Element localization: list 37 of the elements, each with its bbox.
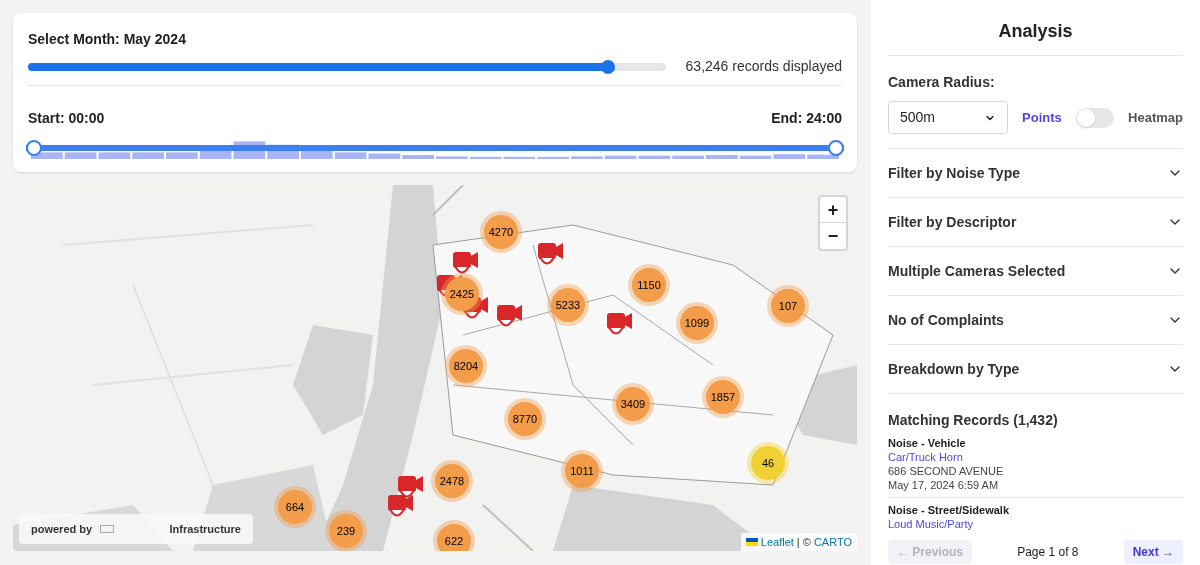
record-descriptor[interactable]: Car/Truck Horn <box>888 450 1183 464</box>
records-count: 63,246 records displayed <box>685 57 842 76</box>
range-handle[interactable] <box>26 140 42 156</box>
attribution-text: | © <box>796 534 811 550</box>
record-address: 686 SECOND AVENUE <box>888 464 1005 478</box>
record-type: Noise - Vehicle <box>888 436 967 450</box>
month-label: Select Month: May 2024 <box>28 30 187 49</box>
next-button[interactable]: Next → <box>1123 540 1183 564</box>
radius-select[interactable]: 500m <box>888 101 1009 134</box>
record-date: May 17, 2024 6:59 AM <box>888 478 1000 492</box>
record-descriptor[interactable]: Loud Music/Party <box>888 517 1183 531</box>
start-time-label: Start: 00:00 <box>28 109 105 128</box>
records-title: Matching Records (1,432) <box>888 411 1059 430</box>
zoom-out-button[interactable]: − <box>820 223 846 249</box>
carto-link[interactable]: CARTO <box>813 533 852 550</box>
points-label[interactable]: Points <box>1022 107 1062 128</box>
page-indicator: Page 1 of 8 <box>1017 544 1079 561</box>
record-type: Noise - Street/Sidewalk <box>888 503 1011 517</box>
accordion-header[interactable]: Multiple Cameras Selected <box>888 247 1183 296</box>
accordion-header[interactable]: No of Complaints <box>888 296 1183 345</box>
flag-icon <box>745 537 758 546</box>
accordion-header[interactable]: Filter by Descriptor <box>888 198 1183 247</box>
range-handle[interactable] <box>828 140 844 156</box>
slider-thumb[interactable] <box>601 59 616 74</box>
logo-icon <box>100 525 115 533</box>
accordion-header[interactable]: Breakdown by Type <box>888 345 1183 394</box>
zoom-in-button[interactable]: + <box>820 197 846 223</box>
map[interactable]: 4270 2425 5233 1150 1099 107 8204 3409 1857 8770 1011 46 2478 664 239 622 + − powered by Infrastructure Leaflet | © CARTO <box>13 185 857 551</box>
heatmap-label[interactable]: Heatmap <box>1128 107 1183 128</box>
provider-name: Infrastructure <box>169 521 241 537</box>
end-time-label: End: 24:00 <box>771 109 842 128</box>
sidebar-title: Analysis <box>888 0 1183 56</box>
accordion-header[interactable]: Filter by Noise Type <box>888 149 1183 198</box>
view-toggle[interactable] <box>1075 107 1115 128</box>
leaflet-link[interactable]: Leaflet <box>760 533 794 550</box>
powered-by-text: powered by <box>31 521 93 537</box>
radius-label: Camera Radius: <box>888 73 996 92</box>
